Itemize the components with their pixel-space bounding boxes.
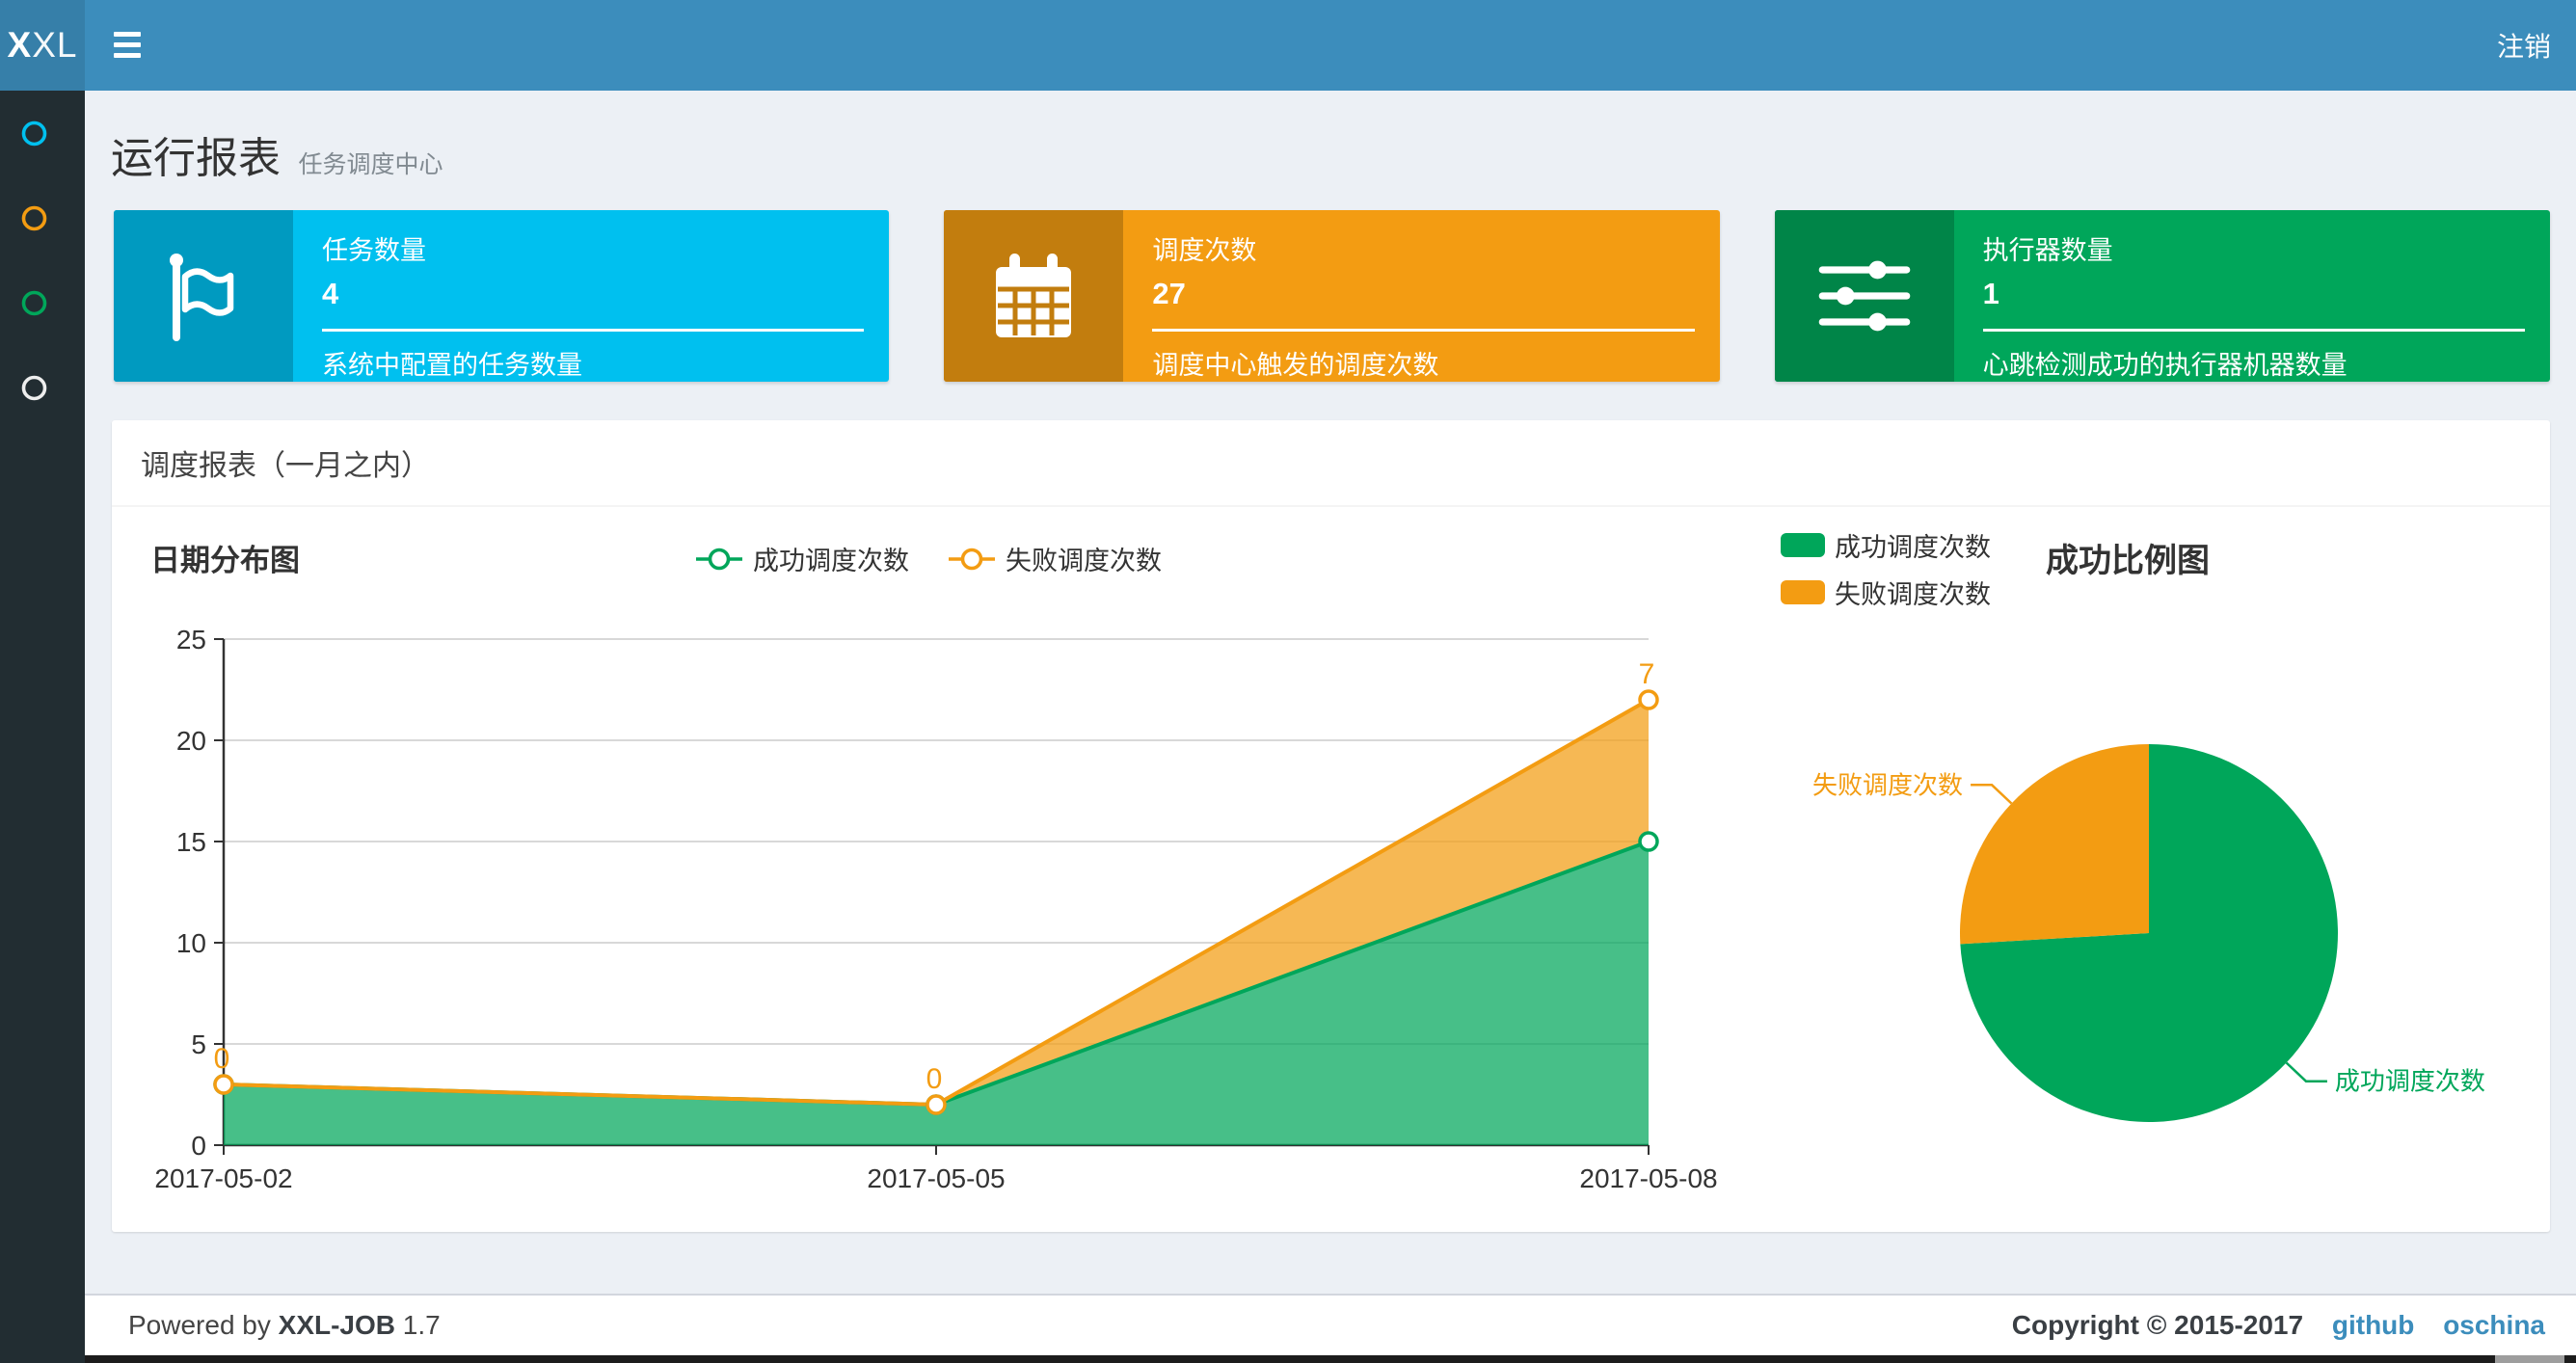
panel-title: 调度报表（一月之内） bbox=[112, 420, 2550, 507]
info-box-row: 任务数量 4 系统中配置的任务数量 调度次数 27 调度中心触发的调度次数 执行… bbox=[85, 185, 2576, 382]
logout-link[interactable]: 注销 bbox=[2472, 0, 2576, 91]
legend-label: 失败调度次数 bbox=[1006, 547, 1162, 575]
report-panel: 调度报表（一月之内） 日期分布图 成功调度次数 失败调度次数 0 5 10 15… bbox=[112, 420, 2550, 1232]
legend-label: 失败调度次数 bbox=[1835, 580, 1991, 609]
sidebar-item-jobs[interactable] bbox=[0, 175, 85, 260]
svg-text:0: 0 bbox=[191, 1131, 206, 1161]
svg-text:15: 15 bbox=[176, 827, 206, 857]
info-box-label: 任务数量 bbox=[322, 236, 426, 265]
legend-item-fail[interactable]: 失败调度次数 bbox=[1781, 574, 1991, 611]
svg-text:10: 10 bbox=[176, 928, 206, 958]
legend-item-fail[interactable]: 失败调度次数 bbox=[948, 540, 1162, 577]
svg-text:2017-05-08: 2017-05-08 bbox=[1579, 1163, 1717, 1193]
info-box-label: 调度次数 bbox=[1152, 236, 1257, 265]
svg-text:成功调度次数: 成功调度次数 bbox=[2335, 1067, 2485, 1096]
app-logo[interactable]: X XL bbox=[0, 0, 85, 91]
logo-text-rest: XL bbox=[32, 25, 78, 65]
copyright: Copyright © 2015-2017 github oschina bbox=[2011, 1310, 2545, 1340]
svg-text:5: 5 bbox=[191, 1029, 206, 1059]
circle-icon bbox=[21, 290, 47, 315]
line-chart-section: 日期分布图 成功调度次数 失败调度次数 0 5 10 15 20 25 2017… bbox=[128, 526, 1729, 1211]
svg-text:0: 0 bbox=[214, 1043, 230, 1075]
collapsed-sidebar bbox=[0, 91, 85, 1363]
svg-text:0: 0 bbox=[926, 1063, 943, 1095]
powered-by: Powered by XXL-JOB 1.7 bbox=[128, 1310, 441, 1340]
page-footer: Powered by XXL-JOB 1.7 Copyright © 2015-… bbox=[85, 1294, 2576, 1355]
legend-label: 成功调度次数 bbox=[753, 547, 909, 575]
sliders-icon bbox=[1818, 260, 1910, 332]
info-box-executors: 执行器数量 1 心跳检测成功的执行器机器数量 bbox=[1774, 210, 2550, 382]
page-subtitle: 任务调度中心 bbox=[298, 151, 443, 178]
info-box-jobs: 任务数量 4 系统中配置的任务数量 bbox=[114, 210, 890, 382]
legend-item-success[interactable]: 成功调度次数 bbox=[1781, 526, 1991, 564]
sidebar-item-log[interactable] bbox=[0, 260, 85, 345]
line-chart-legend: 成功调度次数 失败调度次数 bbox=[128, 540, 1729, 577]
info-box-value: 1 bbox=[1982, 277, 1999, 310]
svg-text:7: 7 bbox=[1639, 658, 1655, 690]
legend-swatch bbox=[1781, 533, 1825, 557]
info-box-description: 心跳检测成功的执行器机器数量 bbox=[1982, 351, 2348, 380]
svg-text:2017-05-02: 2017-05-02 bbox=[154, 1163, 292, 1193]
divider bbox=[1982, 329, 2525, 332]
svg-text:25: 25 bbox=[176, 625, 206, 655]
divider bbox=[322, 329, 865, 332]
svg-text:失败调度次数: 失败调度次数 bbox=[1812, 770, 1963, 799]
pie-chart-section: 成功调度次数 失败调度次数 成功比例图 成功调度次数 失败调度次数 bbox=[1729, 526, 2550, 1211]
svg-text:20: 20 bbox=[176, 726, 206, 756]
sidebar-item-dashboard[interactable] bbox=[0, 91, 85, 175]
circle-icon bbox=[21, 375, 47, 400]
info-box-description: 系统中配置的任务数量 bbox=[322, 351, 582, 380]
svg-text:2017-05-05: 2017-05-05 bbox=[867, 1163, 1005, 1193]
sidebar-toggle-icon[interactable] bbox=[114, 32, 141, 58]
main-content: 运行报表 任务调度中心 任务数量 4 系统中配置的任务数量 调度次数 27 调度… bbox=[85, 91, 2576, 1363]
sidebar-item-help[interactable] bbox=[0, 345, 85, 430]
legend-item-success[interactable]: 成功调度次数 bbox=[695, 540, 909, 577]
divider bbox=[1152, 329, 1695, 332]
top-navbar: X XL 注销 bbox=[0, 0, 2576, 91]
line-marker-icon bbox=[949, 548, 995, 570]
info-box-label: 执行器数量 bbox=[1982, 236, 2113, 265]
github-link[interactable]: github bbox=[2332, 1310, 2415, 1340]
legend-swatch bbox=[1781, 580, 1825, 604]
oschina-link[interactable]: oschina bbox=[2443, 1310, 2545, 1340]
page-title: 运行报表 bbox=[111, 135, 281, 182]
legend-label: 成功调度次数 bbox=[1835, 533, 1991, 562]
success-ratio-chart: 成功调度次数 失败调度次数 bbox=[1812, 744, 2485, 1122]
logo-text-bold: X bbox=[7, 25, 33, 65]
info-box-description: 调度中心触发的调度次数 bbox=[1152, 351, 1439, 380]
date-distribution-chart: 05101520252017-05-02 2017-05-05 2017-05-08… bbox=[154, 625, 1717, 1193]
flag-icon bbox=[170, 254, 234, 341]
info-box-value: 27 bbox=[1152, 277, 1186, 310]
info-box-triggers: 调度次数 27 调度中心触发的调度次数 bbox=[944, 210, 1720, 382]
calendar-icon bbox=[996, 254, 1072, 337]
circle-icon bbox=[21, 120, 47, 146]
pie-chart-title: 成功比例图 bbox=[2046, 543, 2210, 579]
info-box-value: 4 bbox=[322, 277, 339, 310]
page-header: 运行报表 任务调度中心 bbox=[85, 91, 2576, 185]
scrollbar-thumb[interactable] bbox=[2495, 1355, 2564, 1363]
pie-chart-legend: 成功调度次数 失败调度次数 bbox=[1781, 526, 1991, 621]
product-name: XXL-JOB bbox=[278, 1310, 396, 1340]
line-marker-icon bbox=[696, 548, 742, 570]
circle-icon bbox=[21, 205, 47, 230]
product-version: 1.7 bbox=[402, 1310, 441, 1340]
horizontal-scrollbar bbox=[85, 1355, 2576, 1363]
